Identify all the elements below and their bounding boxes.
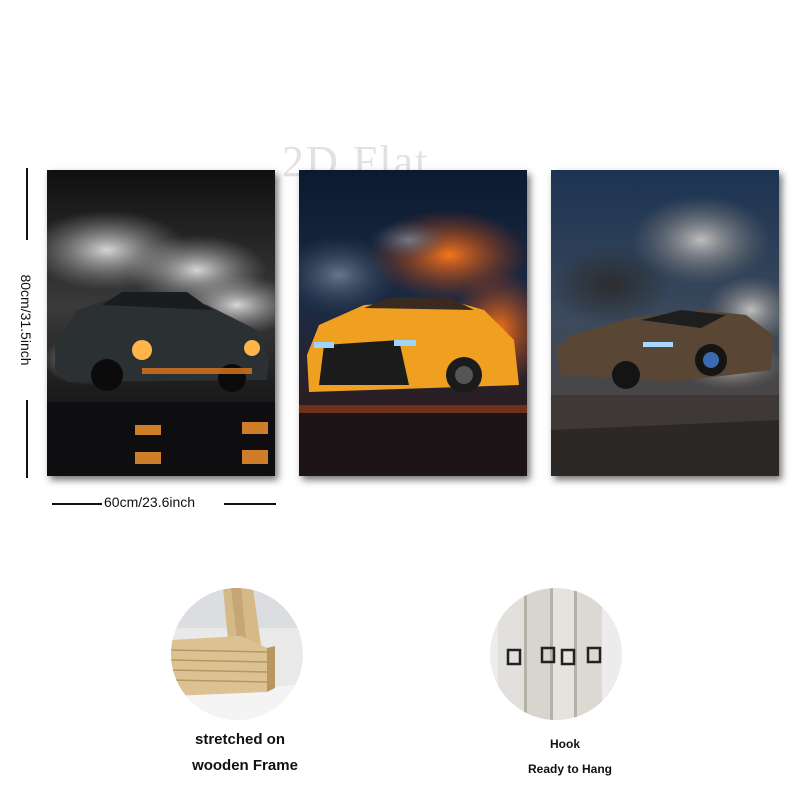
canvas-panel-2 [299,170,527,476]
width-dimension-line-right [224,503,276,505]
car-artwork-3 [551,170,779,476]
hook-caption-line1: Hook [550,737,580,751]
car-artwork-2 [299,170,527,476]
wooden-frame-detail-image [171,588,303,720]
height-dimension-line-top [26,168,28,240]
hook-detail-image [490,588,622,720]
frame-caption-line1: stretched on [194,731,285,748]
width-dimension-line-left [52,503,102,505]
height-dimension-line-bottom [26,400,28,478]
height-dimension-label: 80cm/31.5inch [18,272,34,368]
car-artwork-1 [47,170,275,476]
frame-caption-line2: wooden Frame [192,757,298,774]
hook-caption-line2: Ready to Hang [527,762,612,776]
wooden-frame-corner-icon [171,588,303,720]
width-dimension-label: 60cm/23.6inch [104,494,196,510]
hook-icon [490,588,622,720]
canvas-panel-1 [47,170,275,476]
canvas-panel-3 [551,170,779,476]
